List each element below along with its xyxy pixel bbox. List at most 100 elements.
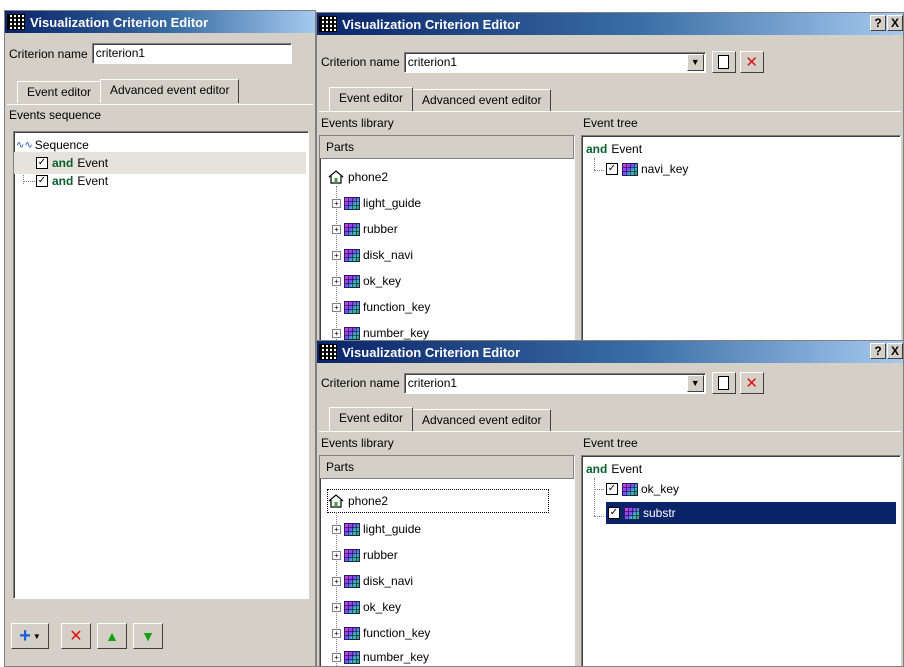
help-button[interactable]: ? (870, 15, 886, 31)
part-icon (622, 482, 638, 496)
event-1-checkbox[interactable]: ✓ (36, 157, 48, 169)
new-criterion-button[interactable] (711, 51, 736, 73)
delete-criterion-button[interactable]: ✕ (739, 51, 764, 73)
bottom-part-label: number_key (363, 650, 430, 664)
left-tab-event-editor[interactable]: Event editor (17, 81, 102, 103)
bottom-tab-advanced-event-editor[interactable]: Advanced event editor (412, 409, 552, 431)
add-event-button[interactable]: + ▼ (11, 623, 49, 649)
bottom-part-row[interactable]: + function_key (332, 622, 430, 644)
top-part-label: function_key (363, 300, 431, 314)
top-tab-advanced-event-editor[interactable]: Advanced event editor (412, 89, 552, 111)
event-2-checkbox[interactable]: ✓ (36, 175, 48, 187)
top-title-bar[interactable]: Visualization Criterion Editor ? X (317, 13, 903, 35)
expand-icon[interactable]: + (332, 628, 341, 638)
bottom-event-child[interactable]: ✓ ok_key (606, 478, 679, 500)
new-document-icon (718, 55, 730, 69)
chevron-down-icon[interactable]: ▼ (686, 53, 704, 71)
expand-icon[interactable]: + (332, 576, 341, 586)
top-part-row[interactable]: + function_key (332, 296, 430, 318)
bottom-event-child-selected[interactable]: ✓ substr (606, 502, 896, 524)
left-tab-advanced-event-editor[interactable]: Advanced event editor (100, 79, 240, 103)
bottom-part-label: disk_navi (363, 574, 414, 588)
delete-event-button[interactable]: ✕ (61, 623, 91, 649)
part-icon (344, 574, 360, 588)
part-icon (344, 248, 360, 262)
expand-icon[interactable]: + (332, 250, 341, 260)
top-part-row[interactable]: + ok_key (332, 270, 401, 292)
bottom-part-row[interactable]: + disk_navi (332, 570, 413, 592)
top-child-checkbox[interactable]: ✓ (606, 163, 618, 175)
bottom-part-label: function_key (363, 626, 431, 640)
expand-icon[interactable]: + (332, 524, 341, 534)
delete-criterion-button[interactable]: ✕ (739, 372, 764, 394)
help-button[interactable]: ? (870, 343, 886, 359)
top-and-keyword: and (586, 142, 608, 156)
event-2-and-keyword: and (52, 174, 74, 188)
top-part-row[interactable]: + light_guide (332, 192, 421, 214)
top-part-row[interactable]: + rubber (332, 218, 398, 240)
top-event-child[interactable]: ✓ navi_key (606, 158, 688, 180)
expand-icon[interactable]: + (332, 224, 341, 234)
bottom-event-root[interactable]: and Event (586, 458, 642, 480)
left-criterion-editor-window: Visualization Criterion Editor Criterion… (4, 10, 316, 667)
top-event-root[interactable]: and Event (586, 138, 642, 160)
move-up-button[interactable]: ▲ (97, 623, 127, 649)
new-document-icon (718, 376, 730, 390)
bottom-part-label: ok_key (363, 600, 402, 614)
expand-icon[interactable]: + (332, 652, 341, 662)
expand-icon[interactable]: + (332, 602, 341, 612)
event-row-2[interactable]: ✓ and Event (14, 170, 108, 192)
bottom-criterion-combo[interactable]: criterion1 (403, 372, 706, 394)
bottom-child-checkbox[interactable]: ✓ (606, 483, 618, 495)
bottom-part-row[interactable]: + rubber (332, 544, 398, 566)
bottom-part-row[interactable]: + ok_key (332, 596, 401, 618)
close-button[interactable]: X (887, 343, 903, 359)
new-criterion-button[interactable] (711, 372, 736, 394)
left-events-sequence-tree[interactable]: ∿∿ Sequence ✓ and Event ✓ and Event (13, 131, 309, 599)
bottom-and-keyword: and (586, 462, 608, 476)
top-part-row[interactable]: + number_key (332, 322, 430, 341)
left-window-title: Visualization Criterion Editor (30, 14, 209, 30)
expand-icon[interactable]: + (332, 550, 341, 560)
part-icon (344, 522, 360, 536)
sequence-icon: ∿∿ (16, 139, 33, 151)
close-button[interactable]: X (887, 15, 903, 31)
expand-icon[interactable]: + (332, 198, 341, 208)
event-1-label: Event (77, 156, 109, 170)
sequence-label: Sequence (34, 138, 89, 152)
top-part-label: number_key (363, 326, 430, 340)
top-tabs: Event editor Advanced event editor (329, 87, 552, 111)
bottom-child-checkbox[interactable]: ✓ (608, 507, 620, 519)
part-icon (622, 162, 638, 176)
bottom-root-node[interactable]: phone2 (326, 489, 550, 513)
expand-icon[interactable]: + (332, 276, 341, 286)
bottom-title-bar[interactable]: Visualization Criterion Editor ? X (317, 341, 903, 363)
bottom-root-label: phone2 (348, 494, 389, 508)
expand-icon[interactable]: + (332, 302, 341, 312)
bottom-part-row[interactable]: + number_key (332, 646, 430, 666)
top-tab-event-editor[interactable]: Event editor (329, 87, 414, 111)
add-dropdown-icon: + (19, 624, 31, 647)
left-criterion-input[interactable]: criterion1 (91, 43, 292, 64)
bottom-parts-tree[interactable]: Parts phone2 + light_guide + rubber + di… (319, 455, 575, 666)
bottom-child-label: ok_key (641, 482, 680, 496)
expand-icon[interactable]: + (332, 328, 341, 338)
top-criterion-combo[interactable]: criterion1 (403, 51, 706, 73)
move-down-button[interactable]: ▼ (133, 623, 163, 649)
part-icon (344, 600, 360, 614)
chevron-down-icon[interactable]: ▼ (686, 374, 704, 392)
app-icon (319, 16, 337, 32)
top-root-node[interactable]: phone2 (328, 166, 388, 188)
bottom-part-row[interactable]: + light_guide (332, 518, 421, 540)
bottom-tab-event-editor[interactable]: Event editor (329, 407, 414, 431)
home-icon (328, 493, 344, 509)
bottom-event-tree[interactable]: and Event ✓ ok_key ✓ substr (581, 455, 901, 666)
top-part-row[interactable]: + disk_navi (332, 244, 413, 266)
top-part-label: rubber (363, 222, 398, 236)
part-icon (344, 222, 360, 236)
top-event-tree[interactable]: and Event ✓ navi_key (581, 135, 901, 341)
top-parts-tree[interactable]: Parts phone2 + light_guide + rubber + di… (319, 135, 575, 341)
event-1-and-keyword: and (52, 156, 74, 170)
top-parts-header: Parts (320, 136, 574, 159)
left-title-bar[interactable]: Visualization Criterion Editor (5, 11, 315, 33)
